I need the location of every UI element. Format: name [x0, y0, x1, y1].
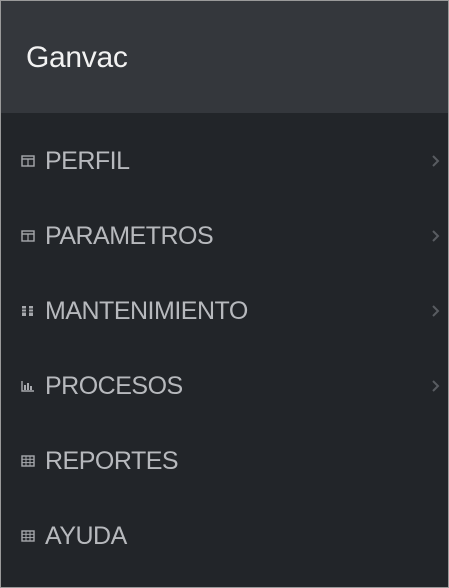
- grid-icon: [21, 455, 45, 467]
- table-icon: [21, 230, 45, 242]
- sidebar-item-reportes[interactable]: REPORTES: [1, 436, 448, 486]
- chevron-right-icon: [431, 228, 441, 244]
- sidebar-item-procesos[interactable]: PROCESOS: [1, 361, 448, 411]
- sidebar-item-perfil[interactable]: PERFIL: [1, 136, 448, 186]
- table-icon: [21, 155, 45, 167]
- columns-icon: [21, 305, 45, 317]
- sidebar-item-label: REPORTES: [45, 446, 179, 475]
- chevron-right-icon: [431, 303, 441, 319]
- sidebar-item-label: MANTENIMIENTO: [45, 296, 248, 325]
- grid-icon: [21, 530, 45, 542]
- brand-title[interactable]: Ganvac: [26, 41, 128, 75]
- sidebar: Ganvac PERFIL PARAMETROS MANTENIMIENTO P…: [0, 0, 449, 588]
- sidebar-item-label: AYUDA: [45, 521, 127, 550]
- sidebar-item-mantenimiento[interactable]: MANTENIMIENTO: [1, 286, 448, 336]
- sidebar-item-label: PROCESOS: [45, 371, 183, 400]
- sidebar-header: Ganvac: [1, 1, 448, 113]
- sidebar-item-label: PERFIL: [45, 146, 130, 175]
- sidebar-item-parametros[interactable]: PARAMETROS: [1, 211, 448, 261]
- sidebar-item-label: PARAMETROS: [45, 221, 214, 250]
- chevron-right-icon: [431, 153, 441, 169]
- sidebar-item-ayuda[interactable]: AYUDA: [1, 511, 448, 561]
- chart-icon: [21, 380, 45, 392]
- chevron-right-icon: [431, 378, 441, 394]
